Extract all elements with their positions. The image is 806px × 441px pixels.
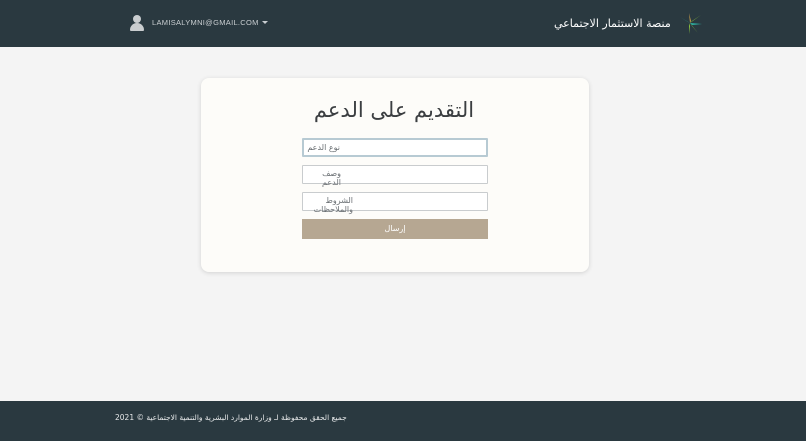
terms-notes-input[interactable]: الشروط والملاحظات — [302, 192, 488, 214]
user-email[interactable]: LAMISALYMNI@GMAIL.COM — [152, 18, 259, 27]
dropdown-caret-icon[interactable] — [261, 20, 268, 24]
platform-logo-icon — [679, 13, 702, 34]
copyright-text: جميع الحقق محفوظة لـ وزارة الموارد البشر… — [115, 413, 347, 422]
user-avatar-icon — [129, 14, 145, 31]
brand-name: منصة الاستثمار الاجتماعي — [554, 16, 671, 30]
support-type-input[interactable]: نوع الدعم — [302, 138, 488, 157]
user-menu[interactable]: LAMISALYMNI@GMAIL.COM — [129, 13, 268, 31]
support-description-input[interactable]: وصف الدعم — [302, 165, 488, 187]
page-title: التقديم على الدعم — [313, 98, 475, 122]
submit-button[interactable]: إرسال — [302, 219, 488, 239]
brand[interactable]: منصة الاستثمار الاجتماعي — [554, 11, 703, 35]
